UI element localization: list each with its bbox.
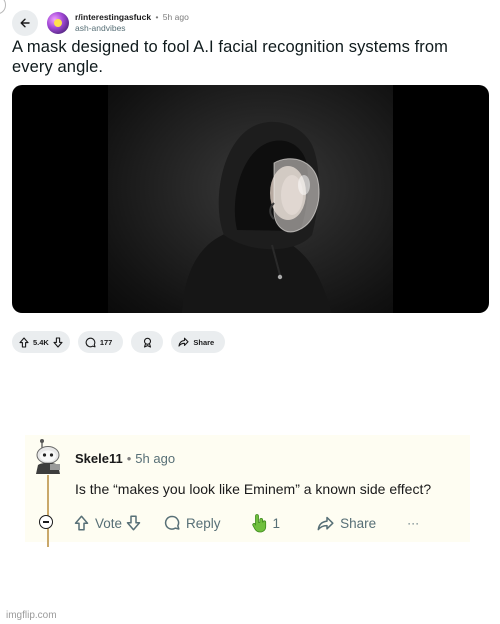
arrow-left-icon	[20, 18, 30, 28]
comment-award-count: 1	[272, 515, 281, 531]
post-action-bar: 5.4K 177 Share	[12, 331, 226, 353]
more-options-icon: ···	[407, 516, 420, 530]
upvote-count: 5.4K	[33, 337, 49, 347]
comment-action-bar: Vote Reply 1 Share ···	[74, 513, 419, 533]
comment-vote-label: Vote	[95, 515, 123, 531]
thread-line[interactable]	[47, 475, 49, 547]
share-label: Share	[193, 337, 215, 347]
author-link[interactable]: ash-andvibes	[75, 23, 189, 34]
meta-separator: •	[155, 12, 159, 22]
comment-upvote-button[interactable]: Vote	[74, 515, 153, 531]
share-icon	[178, 337, 189, 347]
comment-icon	[85, 337, 96, 347]
comment-share-button[interactable]: Share	[317, 516, 407, 531]
comment-username[interactable]: Skele11	[75, 451, 123, 466]
comment-icon	[164, 515, 180, 530]
post-time: 5h ago	[162, 12, 189, 22]
collapse-thread-button[interactable]	[39, 515, 53, 529]
downvote-icon[interactable]	[53, 336, 63, 348]
comment-reply-label: Reply	[186, 515, 221, 531]
downvote-icon	[126, 515, 141, 531]
upvote-icon	[74, 515, 89, 531]
comments-button[interactable]: 177	[77, 331, 124, 353]
subreddit-avatar[interactable]	[47, 12, 69, 34]
comment-downvote-button[interactable]	[126, 515, 141, 531]
comment-text: Is the “makes you look like Eminem” a kn…	[75, 481, 432, 497]
vote-pill: 5.4K	[12, 331, 70, 353]
post-image[interactable]	[12, 85, 489, 313]
subreddit-link[interactable]: r/interestingasfuck	[75, 12, 151, 22]
comment-award-button[interactable]: 1	[251, 513, 318, 533]
comment-count: 177	[99, 337, 113, 347]
hooded-figure-image	[182, 121, 332, 313]
post-meta: r/interestingasfuck • 5h ago ash-andvibe…	[75, 12, 189, 34]
comment-share-label: Share	[340, 515, 377, 531]
window-corner	[0, 0, 6, 14]
comment-header: Skele11 • 5h ago	[75, 451, 175, 466]
comment-time: 5h ago	[135, 451, 176, 466]
share-icon	[317, 516, 334, 530]
share-button[interactable]: Share	[171, 331, 226, 353]
commenter-avatar[interactable]	[30, 438, 66, 474]
comment-more-button[interactable]: ···	[407, 516, 419, 530]
upvote-icon[interactable]	[19, 336, 29, 348]
back-button[interactable]	[12, 10, 38, 36]
comment-separator: •	[126, 451, 132, 466]
award-icon	[143, 337, 151, 348]
award-button[interactable]	[131, 331, 164, 353]
post-header: r/interestingasfuck • 5h ago ash-andvibe…	[12, 9, 189, 37]
pointing-down-hand-icon	[251, 514, 266, 533]
post-title[interactable]: A mask designed to fool A.I facial recog…	[12, 37, 482, 77]
comment-reply-button[interactable]: Reply	[164, 515, 251, 531]
watermark: imgflip.com	[6, 610, 57, 621]
